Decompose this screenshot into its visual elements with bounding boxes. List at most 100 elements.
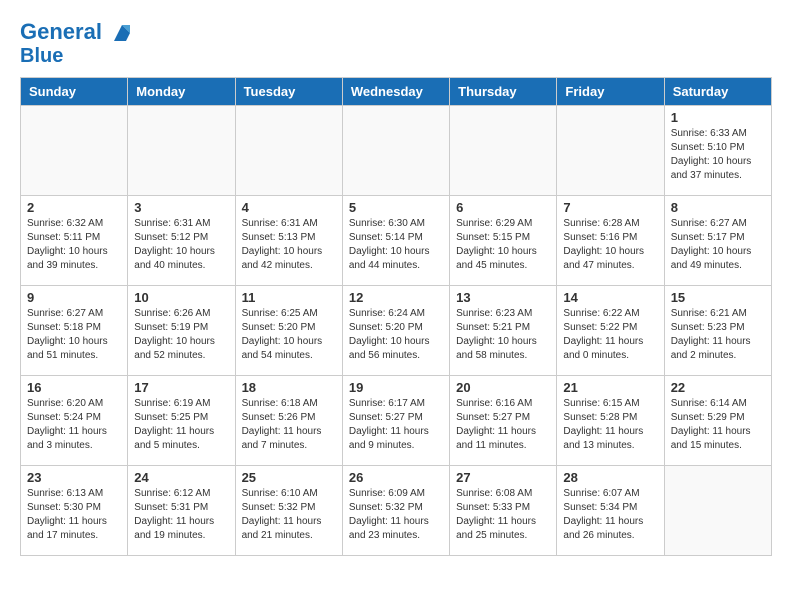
day-number: 13: [456, 290, 550, 305]
day-cell: 28Sunrise: 6:07 AM Sunset: 5:34 PM Dayli…: [557, 466, 664, 556]
day-number: 2: [27, 200, 121, 215]
day-cell: 3 Sunrise: 6:31 AM Sunset: 5:12 PM Daylig…: [128, 196, 235, 286]
logo-text: General: [20, 20, 134, 45]
day-info: Sunrise: 6:24 AM Sunset: 5:20 PM Dayligh…: [349, 307, 443, 363]
day-number: 24: [134, 470, 228, 485]
day-cell: 2Sunrise: 6:32 AM Sunset: 5:11 PM Daylig…: [21, 196, 128, 286]
day-number: 16: [27, 380, 121, 395]
weekday-saturday: Saturday: [664, 78, 771, 106]
day-cell: 4 Sunrise: 6:31 AM Sunset: 5:13 PM Daylig…: [235, 196, 342, 286]
day-cell: [21, 106, 128, 196]
day-cell: 26Sunrise: 6:09 AM Sunset: 5:32 PM Dayli…: [342, 466, 449, 556]
day-info: Sunrise: 6:21 AM Sunset: 5:23 PM Dayligh…: [671, 307, 765, 363]
day-number: 7: [563, 200, 657, 215]
day-info: Sunrise: 6:28 AM Sunset: 5:16 PM Dayligh…: [563, 217, 657, 273]
day-info: Sunrise: 6:30 AM Sunset: 5:14 PM Dayligh…: [349, 217, 443, 273]
logo: General Blue: [20, 20, 134, 67]
day-cell: 1 Sunrise: 6:33 AM Sunset: 5:10 PM Daylig…: [664, 106, 771, 196]
day-cell: 7 Sunrise: 6:28 AM Sunset: 5:16 PM Daylig…: [557, 196, 664, 286]
day-cell: 18 Sunrise: 6:18 AM Sunset: 5:26 PM Dayli…: [235, 376, 342, 466]
day-number: 17: [134, 380, 228, 395]
day-cell: 10 Sunrise: 6:26 AM Sunset: 5:19 PM Dayli…: [128, 286, 235, 376]
day-info: Sunrise: 6:10 AM Sunset: 5:32 PM Dayligh…: [242, 487, 336, 543]
logo-subtext: Blue: [20, 45, 134, 67]
day-cell: 20 Sunrise: 6:16 AM Sunset: 5:27 PM Dayli…: [450, 376, 557, 466]
day-cell: 16 Sunrise: 6:20 AM Sunset: 5:24 PM Dayli…: [21, 376, 128, 466]
day-info: Sunrise: 6:29 AM Sunset: 5:15 PM Dayligh…: [456, 217, 550, 273]
day-info: Sunrise: 6:31 AM Sunset: 5:12 PM Dayligh…: [134, 217, 228, 273]
day-number: 21: [563, 380, 657, 395]
day-cell: 11 Sunrise: 6:25 AM Sunset: 5:20 PM Dayli…: [235, 286, 342, 376]
day-info: Sunrise: 6:33 AM Sunset: 5:10 PM Dayligh…: [671, 127, 765, 183]
day-info: Sunrise: 6:19 AM Sunset: 5:25 PM Dayligh…: [134, 397, 228, 453]
day-info: Sunrise: 6:23 AM Sunset: 5:21 PM Dayligh…: [456, 307, 550, 363]
day-cell: 17 Sunrise: 6:19 AM Sunset: 5:25 PM Dayli…: [128, 376, 235, 466]
week-row-5: 23 Sunrise: 6:13 AM Sunset: 5:30 PM Dayli…: [21, 466, 772, 556]
day-cell: 13 Sunrise: 6:23 AM Sunset: 5:21 PM Dayli…: [450, 286, 557, 376]
weekday-friday: Friday: [557, 78, 664, 106]
day-info: Sunrise: 6:16 AM Sunset: 5:27 PM Dayligh…: [456, 397, 550, 453]
day-number: 11: [242, 290, 336, 305]
day-number: 22: [671, 380, 765, 395]
day-number: 5: [349, 200, 443, 215]
day-info: Sunrise: 6:25 AM Sunset: 5:20 PM Dayligh…: [242, 307, 336, 363]
day-cell: 27Sunrise: 6:08 AM Sunset: 5:33 PM Dayli…: [450, 466, 557, 556]
day-cell: 25 Sunrise: 6:10 AM Sunset: 5:32 PM Dayli…: [235, 466, 342, 556]
week-row-1: 1 Sunrise: 6:33 AM Sunset: 5:10 PM Daylig…: [21, 106, 772, 196]
day-cell: [664, 466, 771, 556]
day-number: 3: [134, 200, 228, 215]
weekday-monday: Monday: [128, 78, 235, 106]
day-cell: 9Sunrise: 6:27 AM Sunset: 5:18 PM Daylig…: [21, 286, 128, 376]
weekday-sunday: Sunday: [21, 78, 128, 106]
day-info: Sunrise: 6:08 AM Sunset: 5:33 PM Dayligh…: [456, 487, 550, 543]
day-cell: 5 Sunrise: 6:30 AM Sunset: 5:14 PM Daylig…: [342, 196, 449, 286]
day-info: Sunrise: 6:13 AM Sunset: 5:30 PM Dayligh…: [27, 487, 121, 543]
day-cell: 24 Sunrise: 6:12 AM Sunset: 5:31 PM Dayli…: [128, 466, 235, 556]
day-number: 8: [671, 200, 765, 215]
day-cell: [557, 106, 664, 196]
calendar-table: SundayMondayTuesdayWednesdayThursdayFrid…: [20, 77, 772, 556]
day-cell: 8 Sunrise: 6:27 AM Sunset: 5:17 PM Daylig…: [664, 196, 771, 286]
day-info: Sunrise: 6:22 AM Sunset: 5:22 PM Dayligh…: [563, 307, 657, 363]
day-cell: 19 Sunrise: 6:17 AM Sunset: 5:27 PM Dayli…: [342, 376, 449, 466]
weekday-tuesday: Tuesday: [235, 78, 342, 106]
day-number: 9: [27, 290, 121, 305]
day-info: Sunrise: 6:07 AM Sunset: 5:34 PM Dayligh…: [563, 487, 657, 543]
page-header: General Blue: [20, 20, 772, 67]
day-cell: 12Sunrise: 6:24 AM Sunset: 5:20 PM Dayli…: [342, 286, 449, 376]
day-number: 26: [349, 470, 443, 485]
day-cell: [235, 106, 342, 196]
day-info: Sunrise: 6:26 AM Sunset: 5:19 PM Dayligh…: [134, 307, 228, 363]
day-number: 25: [242, 470, 336, 485]
weekday-wednesday: Wednesday: [342, 78, 449, 106]
day-number: 20: [456, 380, 550, 395]
week-row-2: 2Sunrise: 6:32 AM Sunset: 5:11 PM Daylig…: [21, 196, 772, 286]
day-cell: [450, 106, 557, 196]
day-cell: 6Sunrise: 6:29 AM Sunset: 5:15 PM Daylig…: [450, 196, 557, 286]
week-row-3: 9Sunrise: 6:27 AM Sunset: 5:18 PM Daylig…: [21, 286, 772, 376]
day-cell: 22 Sunrise: 6:14 AM Sunset: 5:29 PM Dayli…: [664, 376, 771, 466]
day-info: Sunrise: 6:27 AM Sunset: 5:17 PM Dayligh…: [671, 217, 765, 273]
day-info: Sunrise: 6:20 AM Sunset: 5:24 PM Dayligh…: [27, 397, 121, 453]
day-cell: 15 Sunrise: 6:21 AM Sunset: 5:23 PM Dayli…: [664, 286, 771, 376]
day-number: 23: [27, 470, 121, 485]
day-number: 19: [349, 380, 443, 395]
day-number: 18: [242, 380, 336, 395]
day-cell: [128, 106, 235, 196]
day-info: Sunrise: 6:14 AM Sunset: 5:29 PM Dayligh…: [671, 397, 765, 453]
day-cell: 14 Sunrise: 6:22 AM Sunset: 5:22 PM Dayli…: [557, 286, 664, 376]
day-info: Sunrise: 6:31 AM Sunset: 5:13 PM Dayligh…: [242, 217, 336, 273]
day-number: 15: [671, 290, 765, 305]
day-info: Sunrise: 6:12 AM Sunset: 5:31 PM Dayligh…: [134, 487, 228, 543]
day-number: 4: [242, 200, 336, 215]
day-cell: 21 Sunrise: 6:15 AM Sunset: 5:28 PM Dayli…: [557, 376, 664, 466]
day-number: 10: [134, 290, 228, 305]
day-info: Sunrise: 6:18 AM Sunset: 5:26 PM Dayligh…: [242, 397, 336, 453]
day-info: Sunrise: 6:15 AM Sunset: 5:28 PM Dayligh…: [563, 397, 657, 453]
day-info: Sunrise: 6:17 AM Sunset: 5:27 PM Dayligh…: [349, 397, 443, 453]
weekday-header-row: SundayMondayTuesdayWednesdayThursdayFrid…: [21, 78, 772, 106]
week-row-4: 16 Sunrise: 6:20 AM Sunset: 5:24 PM Dayli…: [21, 376, 772, 466]
day-number: 1: [671, 110, 765, 125]
day-number: 14: [563, 290, 657, 305]
weekday-thursday: Thursday: [450, 78, 557, 106]
